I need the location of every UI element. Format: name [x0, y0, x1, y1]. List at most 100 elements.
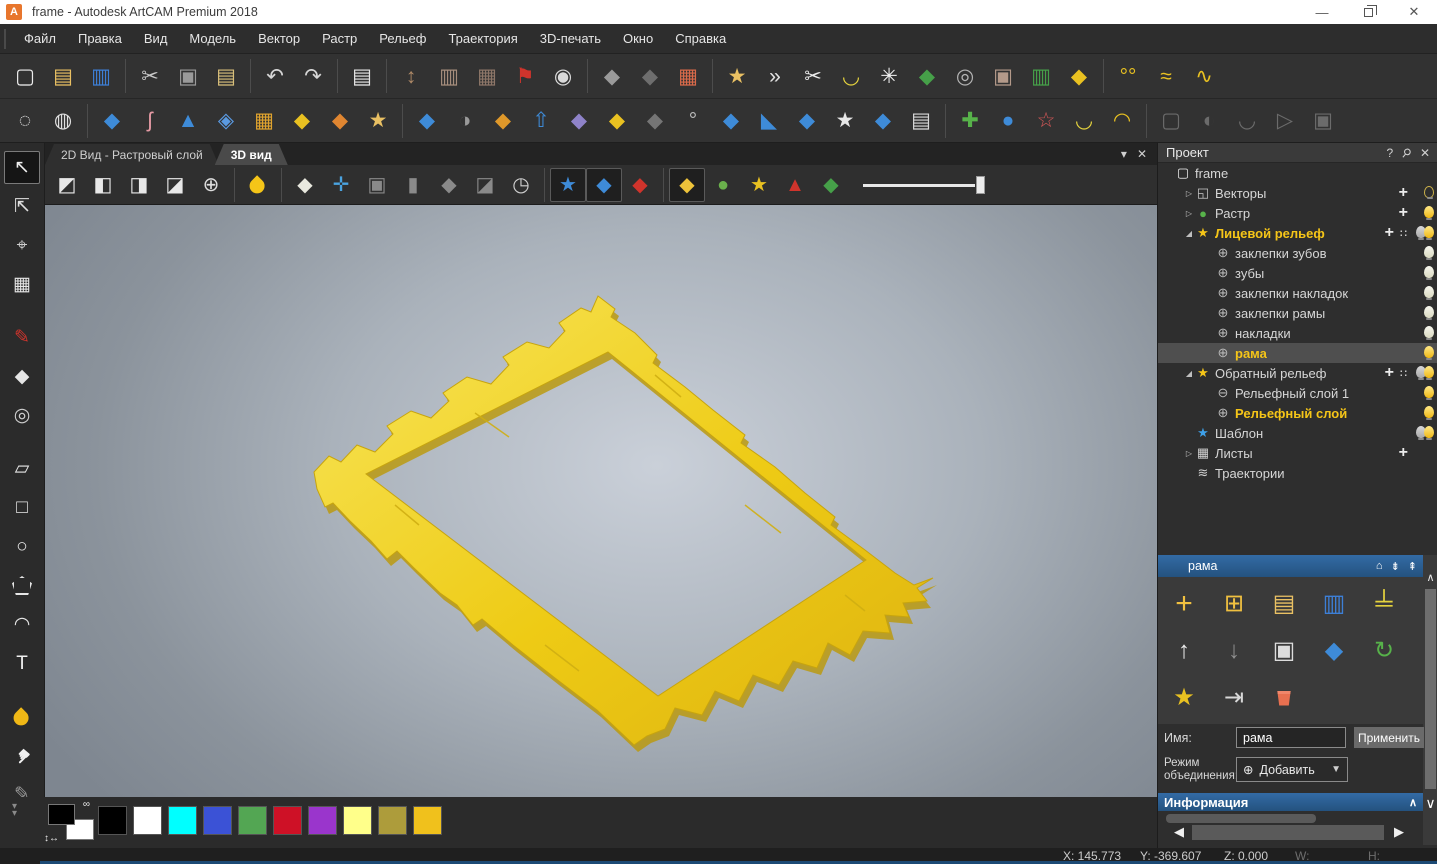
tree-item-rivets-frame[interactable]: ⊕заклепки рамы	[1158, 303, 1437, 323]
expander-icon[interactable]: ▷	[1184, 449, 1194, 458]
collapse-up-icon[interactable]: ⇞	[1408, 560, 1417, 573]
primary-color-swatch[interactable]	[48, 804, 75, 825]
palette-swatch-8[interactable]	[378, 806, 407, 835]
collapse-icon[interactable]: ∧	[1409, 797, 1417, 809]
node-path-button[interactable]: ∿	[1185, 57, 1223, 95]
paint-relief-button[interactable]: ◆	[712, 102, 750, 140]
spin-disabled-button[interactable]: ▷	[1266, 102, 1304, 140]
create-rectangle-button[interactable]: □	[4, 491, 40, 524]
star-flower-button[interactable]: ✳	[870, 57, 908, 95]
prism-relief-button[interactable]: ◆	[788, 102, 826, 140]
gray-relief-button[interactable]: ◆	[636, 102, 674, 140]
add-layer-multi-button[interactable]: ⊞	[1214, 585, 1254, 623]
tree-item-teeth[interactable]: ⊕зубы	[1158, 263, 1437, 283]
add-layer-button[interactable]: +	[1164, 585, 1204, 623]
create-ellipse-button[interactable]: ○	[4, 530, 40, 563]
palette-swatch-7[interactable]	[343, 806, 372, 835]
notes-button[interactable]: ▤	[343, 57, 381, 95]
arc-disabled-button[interactable]: ◡	[1228, 102, 1266, 140]
copy-button[interactable]: ▣	[169, 57, 207, 95]
redo-button[interactable]: ↷	[294, 57, 332, 95]
scroll-up-icon[interactable]: ∧	[1423, 571, 1437, 584]
visibility-bulb-icon[interactable]	[1414, 246, 1434, 260]
scroll-left-icon[interactable]: ◀	[1174, 824, 1184, 840]
sketch-star-button[interactable]: ☆	[1027, 102, 1065, 140]
copy-timer-button[interactable]: ◷	[503, 168, 539, 202]
dome-relief-button[interactable]: ◆	[598, 102, 636, 140]
frame-model[interactable]	[45, 205, 1157, 797]
create-polyline-button[interactable]: ▱	[4, 452, 40, 485]
raise-shape-button[interactable]: ▲	[169, 102, 207, 140]
pick-color-button[interactable]: ☛	[4, 739, 40, 772]
expander-icon[interactable]: ▷	[1184, 189, 1194, 198]
link-colors-icon[interactable]: ∞	[83, 799, 90, 810]
info-panel-header[interactable]: Информация ∧	[1158, 793, 1423, 811]
duplicate-layer-button[interactable]: ▣	[1264, 632, 1304, 670]
light-material-button[interactable]: ⚑	[506, 57, 544, 95]
visibility-bulb-icon[interactable]	[1414, 306, 1434, 320]
add-icon[interactable]: +	[1385, 365, 1394, 381]
palette-swatch-4[interactable]	[238, 806, 267, 835]
paste-along-disabled-button[interactable]: ▢	[1152, 102, 1190, 140]
swap-colors-icon[interactable]: ↕↔	[44, 833, 59, 844]
layers-blue-red-button[interactable]: ◆	[586, 168, 622, 202]
restore-button[interactable]	[1345, 0, 1391, 24]
menu-3[interactable]: Модель	[178, 24, 247, 53]
layers-red-blue-button[interactable]: ◆	[622, 168, 658, 202]
model-borders-button[interactable]: ▥	[430, 57, 468, 95]
menu-0[interactable]: Файл	[13, 24, 67, 53]
tree-item-relief-layer[interactable]: ⊕Рельефный слой	[1158, 403, 1437, 423]
fold-relief-button[interactable]: ◣	[750, 102, 788, 140]
flood-fill-vector-button[interactable]: ◆	[593, 57, 631, 95]
tab-3d-view[interactable]: 3D вид	[215, 144, 288, 165]
pin-icon[interactable]: ⚲	[1399, 144, 1415, 160]
tree-item-relief-layer-1[interactable]: ⊖Рельефный слой 1	[1158, 383, 1437, 403]
smooth-relief-button[interactable]: ◆	[408, 102, 446, 140]
face-wizard-button[interactable]: ◆	[560, 102, 598, 140]
visibility-bulb-icon[interactable]	[1414, 426, 1434, 440]
zoom-in-view-button[interactable]: ⊕	[193, 168, 229, 202]
level-layer-button[interactable]: ╧	[1364, 585, 1404, 623]
drive-curve-button[interactable]: ◡	[1065, 102, 1103, 140]
extract-layer-button[interactable]: ⇥	[1214, 679, 1254, 717]
tree-item-sheets[interactable]: ▷▦Листы+	[1158, 443, 1437, 463]
more-tools-chevrons[interactable]: ▾▾	[12, 803, 17, 817]
texture-relief-button[interactable]: ◆	[484, 102, 522, 140]
star-overlay-button[interactable]: ★	[550, 168, 586, 202]
snap-settings-button[interactable]: ◉	[544, 57, 582, 95]
primary-secondary-colors[interactable]: ↕↔ ∞	[48, 804, 96, 840]
slider-handle[interactable]	[976, 176, 985, 194]
engrave-disabled-button[interactable]: ◪	[467, 168, 503, 202]
swatch-grid-button[interactable]: ▦	[468, 57, 506, 95]
add-icon[interactable]: +	[1399, 185, 1408, 201]
offset-relief-button[interactable]: ⇧	[522, 102, 560, 140]
add-icon[interactable]: +	[1385, 225, 1394, 241]
visibility-bulb-icon[interactable]	[1414, 206, 1434, 220]
move-layer-down-button[interactable]: ↓	[1214, 632, 1254, 670]
delete-layer-button[interactable]	[1264, 679, 1304, 717]
import-layer-button[interactable]: ▤	[1264, 585, 1304, 623]
emboss-vector-button[interactable]: ◆	[1060, 57, 1098, 95]
color-reduce-button[interactable]: ▦	[669, 57, 707, 95]
panel-vertical-scrollbar[interactable]: ∧ ∨	[1423, 555, 1437, 845]
collapse-down-icon[interactable]: ⇟	[1391, 560, 1400, 573]
palette-swatch-5[interactable]	[273, 806, 302, 835]
find-duplicates-button[interactable]: ◎	[946, 57, 984, 95]
tree-item-rivets-plates[interactable]: ⊕заклепки накладок	[1158, 283, 1437, 303]
tree-item-back-relief[interactable]: ◢★Обратный рельеф+∷	[1158, 363, 1437, 383]
add-multiple-icon[interactable]: ∷	[1400, 367, 1408, 380]
paste-on-layer-button[interactable]: ◆	[1314, 632, 1354, 670]
minimize-button[interactable]: —	[1299, 0, 1345, 24]
menu-4[interactable]: Вектор	[247, 24, 311, 53]
trim-vectors-button[interactable]: ✂	[794, 57, 832, 95]
turn-disabled-button[interactable]: ◐	[1190, 102, 1228, 140]
visibility-bulb-icon[interactable]	[1414, 266, 1434, 280]
cylinder-disabled-button[interactable]: ▮	[395, 168, 431, 202]
tab-overflow-icon[interactable]: ▾	[1121, 147, 1127, 161]
menu-8[interactable]: 3D-печать	[529, 24, 612, 53]
nesting-button[interactable]: ▣	[984, 57, 1022, 95]
name-input[interactable]	[1236, 727, 1346, 748]
transform-button[interactable]: ⌖	[4, 229, 40, 262]
palette-swatch-0[interactable]	[98, 806, 127, 835]
close-button[interactable]: ✕	[1391, 0, 1437, 24]
